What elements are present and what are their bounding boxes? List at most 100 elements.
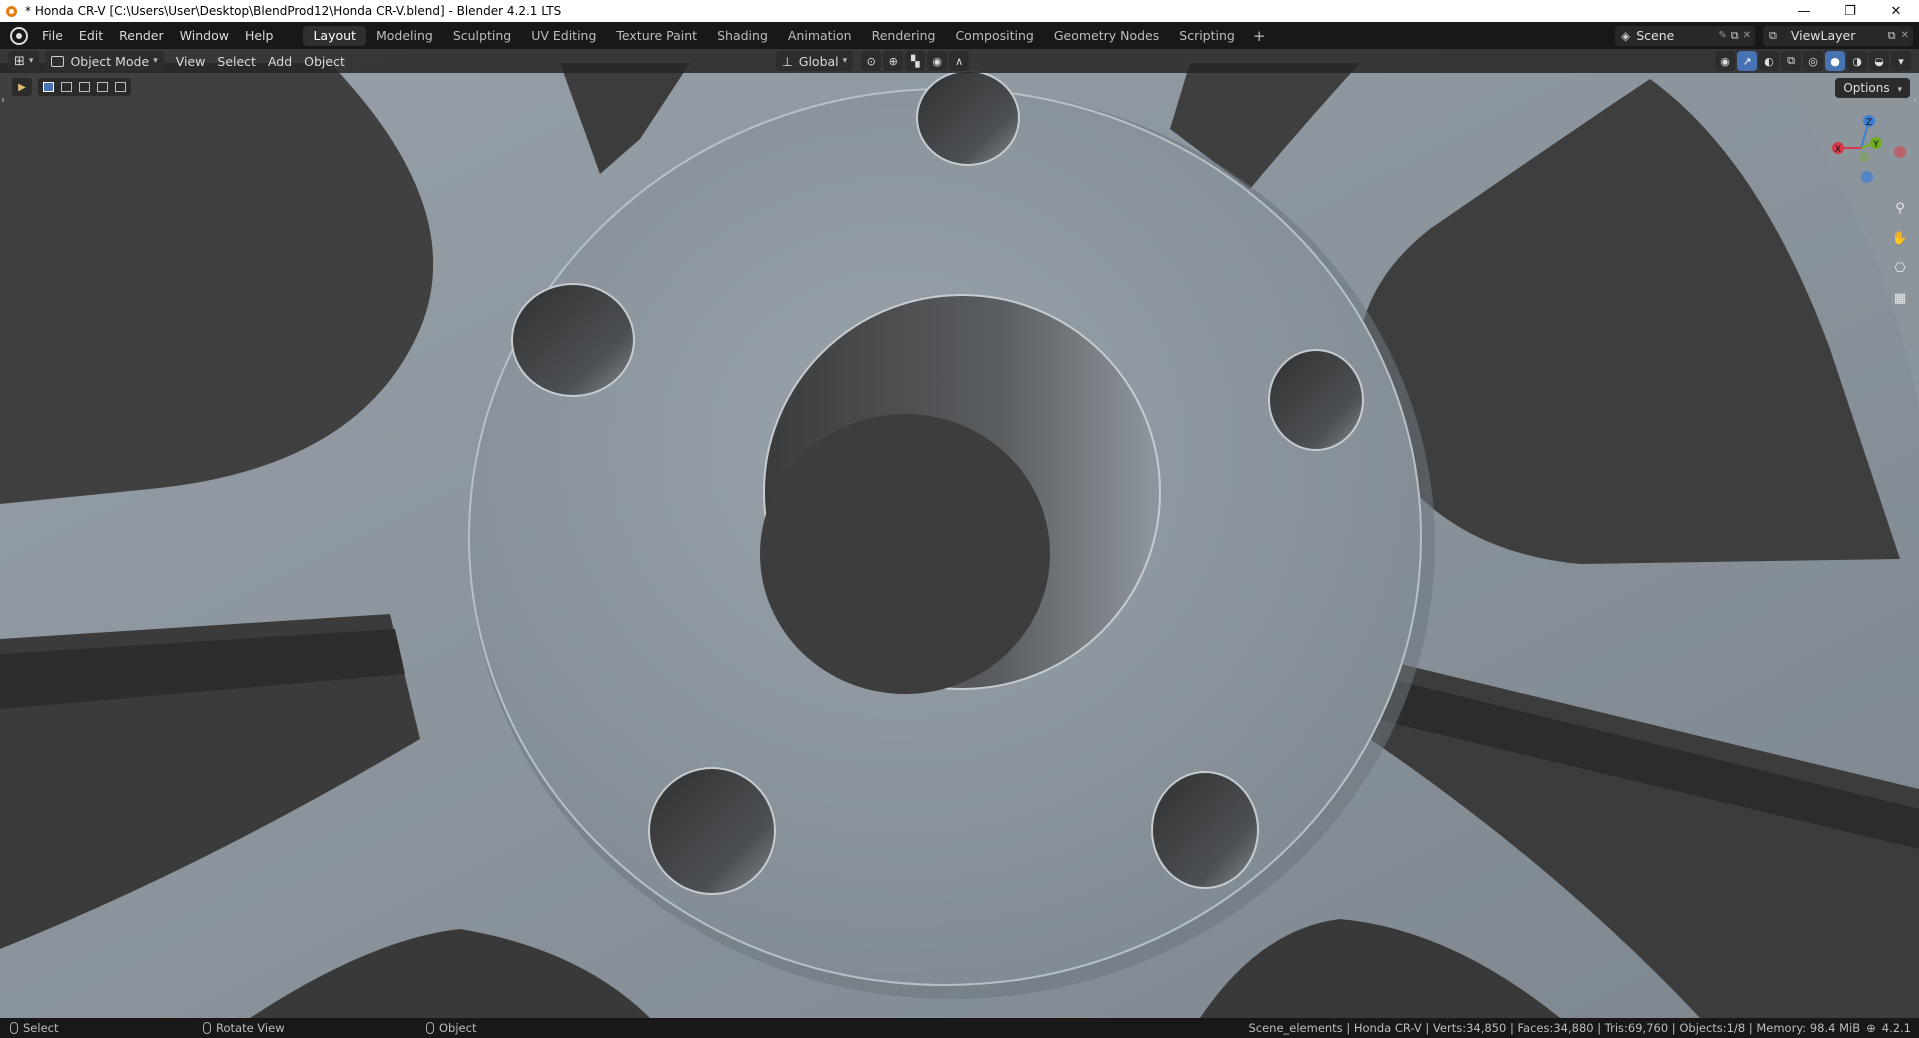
select-tool-icon[interactable]: ▶ xyxy=(12,78,32,96)
lug-hole-right xyxy=(1268,349,1364,451)
selection-mode-group xyxy=(38,78,131,96)
menu-edit[interactable]: Edit xyxy=(71,25,111,47)
menu-file[interactable]: File xyxy=(34,25,71,47)
delete-scene-icon[interactable]: ✕ xyxy=(1743,30,1751,41)
tab-modeling[interactable]: Modeling xyxy=(366,26,443,46)
mouse-right-icon xyxy=(426,1022,434,1034)
menu-render[interactable]: Render xyxy=(111,25,172,47)
menu-select[interactable]: Select xyxy=(211,51,262,71)
menu-help[interactable]: Help xyxy=(237,25,282,47)
pin-icon[interactable]: ✎ xyxy=(1718,30,1726,41)
neg-y-axis-handle[interactable] xyxy=(1859,152,1869,162)
pivot-point-icon[interactable]: ⊙ xyxy=(861,51,882,71)
editor-type-button[interactable]: ⊞ ▾ xyxy=(8,51,40,71)
material-shading-icon[interactable]: ◑ xyxy=(1847,51,1867,71)
tab-scripting[interactable]: Scripting xyxy=(1169,26,1245,46)
sidebar-expand-arrow[interactable]: ‹ xyxy=(1913,95,1917,106)
menu-add[interactable]: Add xyxy=(262,51,298,71)
transform-orientation-selector[interactable]: ⊥ Global ▾ xyxy=(775,51,854,71)
rendered-shading-icon[interactable]: ◒ xyxy=(1869,51,1889,71)
tab-geometry-nodes[interactable]: Geometry Nodes xyxy=(1044,26,1169,46)
select-subtract-mode-icon[interactable] xyxy=(76,78,93,96)
select-extend-mode-icon[interactable] xyxy=(58,78,75,96)
falloff-icon[interactable]: ∧ xyxy=(949,51,970,71)
status-object-hint: Object xyxy=(439,1021,477,1035)
status-bar: Select Rotate View Object Scene_elements… xyxy=(0,1018,1919,1038)
tab-sculpting[interactable]: Sculpting xyxy=(443,26,521,46)
perspective-grid-icon[interactable]: ▦ xyxy=(1889,287,1911,309)
select-intersect-mode-icon[interactable] xyxy=(112,78,129,96)
options-label: Options xyxy=(1843,81,1890,95)
network-icon: ⊕ xyxy=(1866,1021,1876,1035)
blender-logo-icon[interactable] xyxy=(10,26,28,45)
neg-z-axis-handle[interactable] xyxy=(1861,171,1873,183)
mouse-left-icon xyxy=(10,1022,18,1034)
orientation-label: Global xyxy=(798,53,839,69)
xray-toggle-icon[interactable]: ⧉ xyxy=(1781,51,1801,71)
new-scene-icon[interactable]: ⧉ xyxy=(1731,29,1739,43)
scene-name: Scene xyxy=(1636,28,1675,43)
lug-hole-left xyxy=(511,283,635,397)
scene-icon: ◈ xyxy=(1621,28,1631,43)
camera-view-icon[interactable]: ⎔ xyxy=(1889,257,1911,279)
view-layer-icon: ⧉ xyxy=(1769,28,1777,42)
status-select-hint: Select xyxy=(23,1021,59,1035)
view-layer-selector[interactable]: ⧉ ViewLayer ⧉ ✕ xyxy=(1763,25,1913,46)
editor-type-icon: ⊞ xyxy=(14,53,25,69)
mode-label: Object Mode xyxy=(70,53,150,69)
tab-layout[interactable]: Layout xyxy=(303,25,366,46)
top-bar: File Edit Render Window Help Layout Mode… xyxy=(0,22,1919,49)
3d-viewport[interactable]: Z Y X › ‹ ⚲ ✋ ⎔ ▦ xyxy=(0,49,1919,1018)
shading-options-icon[interactable]: ▾ xyxy=(1891,51,1911,71)
tab-animation[interactable]: Animation xyxy=(778,26,862,46)
lug-hole-bottom-right xyxy=(1151,771,1259,889)
blender-app-icon xyxy=(5,4,19,18)
tab-texture-paint[interactable]: Texture Paint xyxy=(606,26,707,46)
tab-compositing[interactable]: Compositing xyxy=(945,26,1043,46)
lug-hole-bottom-left xyxy=(648,767,776,895)
add-workspace-button[interactable]: + xyxy=(1245,27,1274,45)
chevron-down-icon: ▾ xyxy=(1897,85,1902,95)
scene-selector[interactable]: ◈ Scene ✎ ⧉ ✕ xyxy=(1615,25,1755,46)
object-mode-icon xyxy=(51,55,65,67)
blender-version: 4.2.1 xyxy=(1881,1021,1911,1035)
tab-uv-editing[interactable]: UV Editing xyxy=(521,26,606,46)
neg-x-axis-handle[interactable] xyxy=(1894,146,1906,158)
minimize-button[interactable]: — xyxy=(1781,0,1827,22)
overlay-toggle-icon[interactable]: ◐ xyxy=(1759,51,1779,71)
new-view-layer-icon[interactable]: ⧉ xyxy=(1888,29,1896,43)
tool-settings-row: ▶ xyxy=(12,78,131,96)
solid-shading-icon[interactable]: ● xyxy=(1825,51,1845,71)
orientation-icon: ⊥ xyxy=(781,53,793,69)
menu-object[interactable]: Object xyxy=(298,51,351,71)
wheel-render[interactable]: Z Y X xyxy=(0,49,1919,1018)
tab-rendering[interactable]: Rendering xyxy=(862,26,946,46)
mouse-middle-icon xyxy=(203,1022,211,1034)
menu-window[interactable]: Window xyxy=(172,25,237,47)
view-layer-name: ViewLayer xyxy=(1790,28,1856,43)
viewport-header: ⊞ ▾ Object Mode ▾ View Select Add Object … xyxy=(0,49,1919,73)
select-new-mode-icon[interactable] xyxy=(40,78,57,96)
maximize-button[interactable]: ❐ xyxy=(1827,0,1873,22)
x-axis-label: X xyxy=(1835,145,1841,155)
wireframe-shading-icon[interactable]: ◎ xyxy=(1803,51,1823,71)
chevron-down-icon: ▾ xyxy=(28,56,34,66)
mode-selector[interactable]: Object Mode ▾ xyxy=(45,51,164,71)
snap-toggle-icon[interactable]: ⊕ xyxy=(883,51,904,71)
tab-shading[interactable]: Shading xyxy=(707,26,778,46)
visibility-eye-icon[interactable]: ◉ xyxy=(1715,51,1735,71)
pan-hand-icon[interactable]: ✋ xyxy=(1889,227,1911,249)
close-button[interactable]: ✕ xyxy=(1873,0,1919,22)
gizmo-toggle-icon[interactable]: ↗ xyxy=(1737,51,1757,71)
options-button[interactable]: Options ▾ xyxy=(1835,78,1910,98)
select-invert-mode-icon[interactable] xyxy=(94,78,111,96)
delete-view-layer-icon[interactable]: ✕ xyxy=(1901,30,1909,41)
snap-target-icon[interactable]: ▚ xyxy=(905,51,926,71)
proportional-edit-icon[interactable]: ◉ xyxy=(927,51,948,71)
menu-view[interactable]: View xyxy=(170,51,212,71)
scene-statistics: Scene_elements | Honda CR-V | Verts:34,8… xyxy=(1248,1021,1861,1035)
toolbar-expand-arrow[interactable]: › xyxy=(1,95,5,106)
center-bore-inner xyxy=(760,414,1050,694)
zoom-icon[interactable]: ⚲ xyxy=(1889,197,1911,219)
window-title: * Honda CR-V [C:\Users\User\Desktop\Blen… xyxy=(25,4,562,18)
